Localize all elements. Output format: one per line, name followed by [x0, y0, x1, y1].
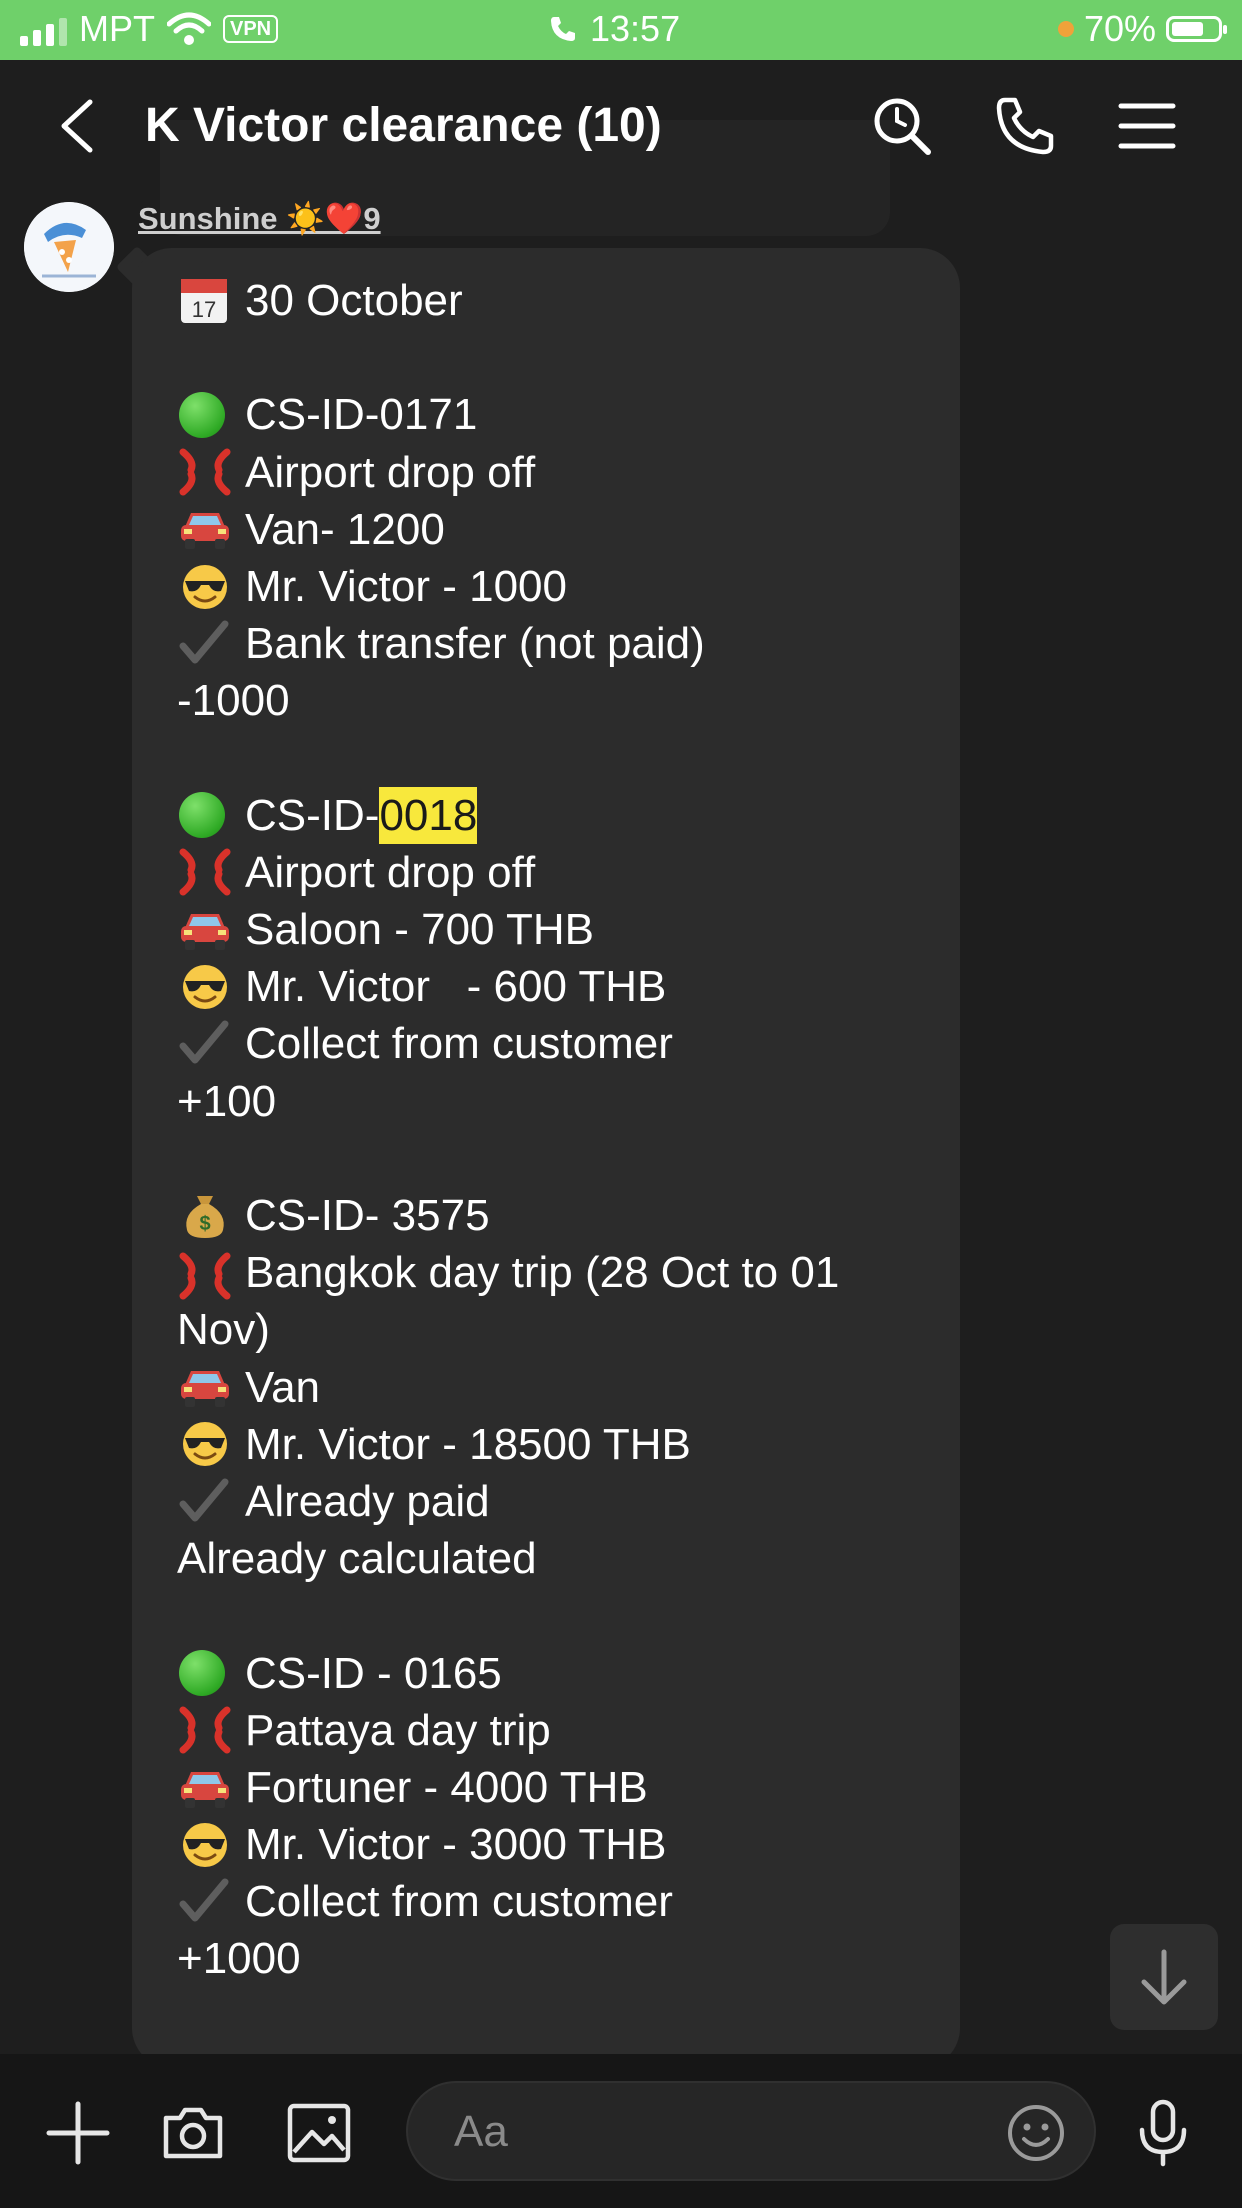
message-line: $ CS-ID- 3575 — [177, 1187, 930, 1244]
search-highlight: 0018 — [379, 786, 478, 844]
sunglasses-face-icon — [177, 563, 233, 611]
message-line: -1000 — [177, 676, 290, 726]
message-line: Bangkok day trip (28 Oct to 01 Nov) — [177, 1248, 840, 1355]
message-text: 17 30 October CS-ID-0171 Airport drop of… — [177, 272, 930, 1988]
message-line: Airport drop off — [177, 844, 930, 901]
sunglasses-face-icon — [177, 1420, 233, 1468]
sender-name[interactable]: Sunshine ☀️❤️9 — [138, 200, 381, 237]
image-icon[interactable] — [284, 2098, 354, 2168]
message-line: Collect from customer — [177, 1873, 930, 1930]
message-input[interactable] — [452, 2083, 976, 2181]
car-icon — [177, 1363, 233, 1411]
menu-icon[interactable] — [1115, 94, 1179, 158]
message-line: +100 — [177, 1076, 277, 1126]
car-icon — [177, 906, 233, 954]
emoji-icon[interactable] — [1006, 2103, 1066, 2163]
status-bar: MPT VPN 13:57 70% — [0, 0, 1242, 60]
back-chevron-icon[interactable] — [50, 96, 110, 156]
recording-dot-icon — [1057, 21, 1074, 37]
status-left: MPT VPN — [20, 8, 279, 50]
message-line: Mr. Victor - 3000 THB — [177, 1816, 930, 1873]
message-line: Bank transfer (not paid) — [177, 615, 930, 672]
message-line: Mr. Victor - 18500 THB — [177, 1416, 930, 1473]
checkmark-icon — [177, 1020, 233, 1068]
green-circle-icon — [177, 391, 233, 439]
scroll-to-bottom-button[interactable] — [1110, 1924, 1218, 2030]
search-icon[interactable] — [870, 94, 934, 158]
avatar-image — [24, 202, 114, 292]
battery-percent: 70% — [1083, 8, 1156, 49]
green-circle-icon — [177, 1649, 233, 1697]
message-line: CS-ID - 0165 — [177, 1645, 930, 1702]
camera-icon[interactable] — [158, 2098, 228, 2168]
checkmark-icon — [177, 1878, 233, 1926]
plus-icon[interactable] — [43, 2098, 113, 2168]
battery-icon — [1166, 16, 1227, 42]
message-line: Mr. Victor - 1000 — [177, 558, 930, 615]
clock-time: 13:57 — [590, 8, 681, 49]
message-input-box[interactable] — [406, 2081, 1096, 2181]
vpn-badge: VPN — [223, 15, 279, 43]
message-bubble[interactable]: 17 30 October CS-ID-0171 Airport drop of… — [132, 248, 960, 2068]
chat-header: K Victor clearance (10) — [0, 60, 1242, 236]
car-icon — [177, 505, 233, 553]
wifi-icon — [167, 12, 211, 45]
svg-text:$: $ — [199, 1213, 210, 1235]
checkmark-icon — [177, 1478, 233, 1526]
message-line: Already calculated — [177, 1534, 537, 1584]
car-icon — [177, 1764, 233, 1812]
message-line: Van- 1200 — [177, 501, 930, 558]
angry-symbol-icon — [177, 1252, 233, 1300]
message-line: Fortuner - 4000 THB — [177, 1759, 930, 1816]
status-center: 13:57 — [548, 8, 680, 50]
money-bag-icon: $ — [177, 1192, 233, 1240]
carrier-label: MPT — [79, 8, 155, 49]
status-right: 70% — [1057, 8, 1227, 50]
microphone-icon[interactable] — [1128, 2098, 1198, 2168]
message-line: 17 30 October — [177, 272, 930, 329]
message-line: Van — [177, 1359, 930, 1416]
message-line: Mr. Victor - 600 THB — [177, 958, 930, 1015]
message-line: Pattaya day trip — [177, 1702, 930, 1759]
calendar-icon: 17 — [177, 277, 233, 325]
sender-avatar[interactable] — [24, 202, 114, 292]
sunglasses-face-icon — [177, 1821, 233, 1869]
message-line: Collect from customer — [177, 1015, 930, 1072]
green-circle-icon — [177, 791, 233, 839]
chat-title: K Victor clearance (10) — [145, 99, 662, 152]
message-line: +1000 — [177, 1934, 301, 1984]
signal-icon — [20, 12, 67, 46]
sunglasses-face-icon — [177, 963, 233, 1011]
arrow-down-icon — [1141, 1949, 1187, 2005]
phone-call-icon — [551, 17, 575, 41]
composer-bar — [0, 2054, 1242, 2208]
angry-symbol-icon — [177, 448, 233, 496]
svg-text:17: 17 — [192, 297, 216, 322]
message-line: CS-ID-0171 — [177, 386, 930, 443]
message-line: Already paid — [177, 1473, 930, 1530]
message-line: Saloon - 700 THB — [177, 901, 930, 958]
checkmark-icon — [177, 620, 233, 668]
message-line: CS-ID- 0018 — [177, 786, 930, 844]
message-line: Airport drop off — [177, 444, 930, 501]
call-icon[interactable] — [993, 94, 1057, 158]
angry-symbol-icon — [177, 848, 233, 896]
angry-symbol-icon — [177, 1706, 233, 1754]
